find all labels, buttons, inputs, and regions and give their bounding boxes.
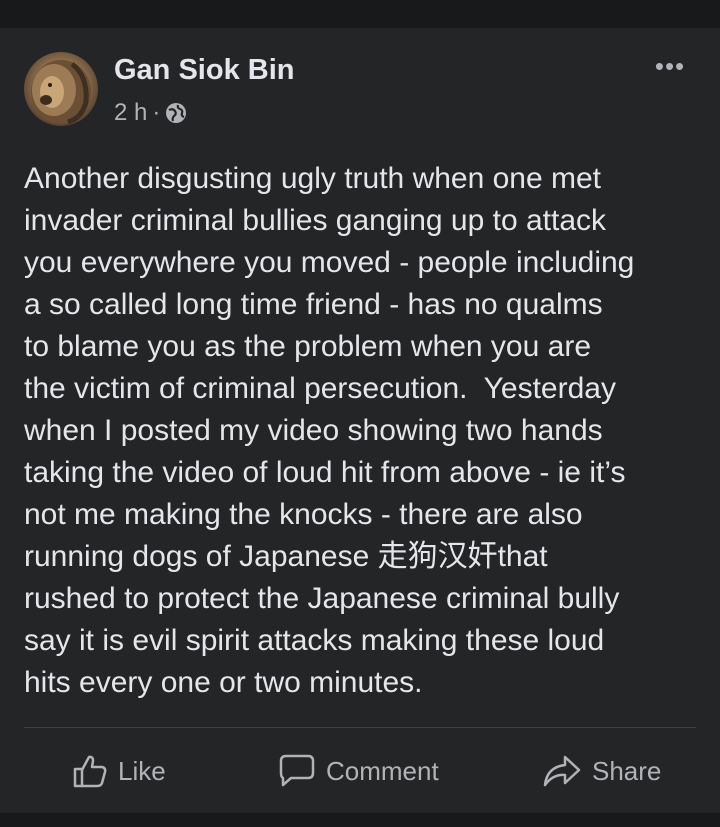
thumbs-up-icon [73, 755, 107, 788]
comment-label: Comment [326, 755, 439, 786]
post-meta: 2 h · [114, 98, 187, 128]
lion-avatar-icon [31, 60, 91, 125]
author-name[interactable]: Gan Siok Bin [114, 52, 294, 88]
share-arrow-icon [543, 755, 581, 787]
like-label: Like [118, 755, 166, 786]
speech-bubble-icon [279, 754, 315, 787]
post-text: Another disgusting ugly truth when one m… [24, 162, 635, 699]
share-label: Share [592, 755, 662, 786]
like-button[interactable]: Like [72, 748, 166, 794]
globe-icon[interactable] [165, 102, 187, 124]
post-time[interactable]: 2 h [114, 99, 147, 127]
top-bar [0, 0, 720, 28]
meta-separator: · [152, 99, 161, 126]
more-options-button[interactable]: ••• [650, 50, 690, 81]
more-options-icon: ••• [654, 50, 686, 81]
avatar[interactable] [24, 52, 98, 126]
bottom-bar [0, 813, 720, 827]
actions-divider [24, 727, 696, 728]
share-button[interactable]: Share [542, 748, 661, 794]
comment-button[interactable]: Comment [278, 748, 439, 794]
